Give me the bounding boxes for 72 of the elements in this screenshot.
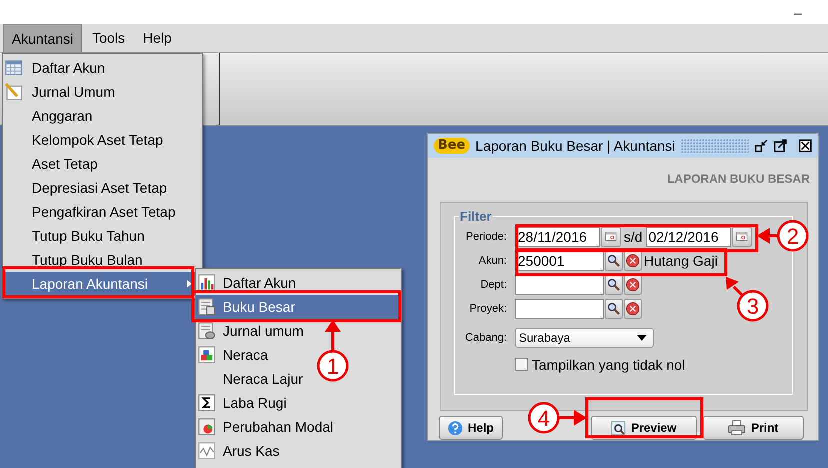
report-heading: LAPORAN BUKU BESAR: [666, 170, 811, 188]
account-name: Hutang Gaji: [644, 252, 718, 269]
arrow: [726, 277, 744, 296]
blocks-icon: [198, 346, 216, 364]
range-separator: s/d: [624, 228, 643, 245]
menu-item[interactable]: Tutup Buku Tahun: [3, 224, 202, 248]
menu-item[interactable]: Tutup Buku Bulan: [3, 248, 202, 272]
dropdown-arrow-icon: [637, 334, 647, 341]
line-chart-icon: [198, 442, 216, 460]
bar-chart-icon: [198, 274, 216, 292]
menu-item[interactable]: Arus Kas: [196, 439, 284, 463]
search-button[interactable]: [605, 274, 623, 295]
pie-chart-icon: [198, 418, 216, 436]
window-title: Laporan Buku Besar | Akuntansi: [476, 138, 676, 154]
menu-item[interactable]: Kelompok Aset Tetap: [3, 128, 202, 152]
menu-item[interactable]: Anggaran: [3, 104, 202, 128]
clear-button[interactable]: [624, 298, 642, 319]
table-icon: [5, 59, 23, 77]
minimize-button[interactable]: _: [794, 0, 802, 14]
arrow: [757, 228, 778, 244]
menu-item[interactable]: Jurnal umum: [196, 319, 308, 343]
arrow: [325, 320, 341, 351]
clear-button[interactable]: [624, 274, 642, 295]
menu-bar-item[interactable]: Help: [135, 24, 180, 52]
menu-item[interactable]: Daftar Akun: [3, 56, 202, 80]
logo: Bee: [434, 138, 470, 154]
menu-item[interactable]: Buku Besar: [196, 295, 401, 319]
clear-button[interactable]: [624, 250, 642, 271]
restore-icon[interactable]: [754, 138, 768, 153]
printer-icon: [728, 420, 746, 436]
field-label: Cabang:: [464, 332, 507, 344]
group-legend: Filter: [459, 208, 493, 224]
menu-item[interactable]: Jurnal Umum: [3, 80, 202, 104]
menu-item[interactable]: Depresiasi Aset Tetap: [3, 176, 202, 200]
submenu-arrow-icon: [187, 280, 192, 288]
menu-bar-item[interactable]: Tools: [84, 24, 134, 52]
menu-item[interactable]: Pengafkiran Aset Tetap: [3, 200, 202, 224]
menu-item[interactable]: Perubahan Modal: [196, 415, 338, 439]
search-button[interactable]: [605, 250, 623, 271]
calendar-icon: [604, 230, 618, 243]
grip-pattern: [681, 138, 749, 153]
search-button[interactable]: [605, 298, 623, 319]
ledger-icon: [198, 298, 216, 316]
field-label: Dept:: [480, 278, 507, 291]
calendar-icon: [734, 230, 749, 243]
pencil-icon: [5, 83, 23, 101]
print-button[interactable]: Print: [703, 416, 804, 440]
menu-item[interactable]: Neraca Lajur: [196, 367, 308, 391]
field-label: Periode:: [465, 230, 507, 243]
menu-item[interactable]: Aset Tetap: [3, 152, 202, 176]
checkbox-label: Tampilkan yang tidak nol: [532, 356, 686, 373]
calendar-button[interactable]: [601, 226, 621, 247]
date-field[interactable]: 02/12/2016: [646, 226, 731, 247]
field-label: Akun:: [478, 254, 507, 267]
calendar-button[interactable]: [732, 226, 752, 247]
checkbox[interactable]: [515, 358, 528, 372]
magnifier-page-icon: [611, 420, 626, 436]
branch-dropdown[interactable]: Surabaya: [515, 328, 654, 348]
date-field[interactable]: 28/11/2016: [515, 226, 600, 247]
sigma-icon: [198, 394, 216, 412]
database-icon: [198, 322, 216, 340]
menu-item[interactable]: Neraca: [196, 343, 272, 367]
field-label: Proyek:: [468, 302, 507, 315]
menu-item[interactable]: Laba Rugi: [196, 391, 291, 415]
menu-bar-item[interactable]: Akuntansi: [3, 24, 82, 52]
arrow: [559, 410, 587, 426]
close-icon[interactable]: [798, 138, 812, 153]
input-field[interactable]: [515, 274, 604, 295]
help-button[interactable]: Help: [439, 416, 503, 440]
help-icon: [448, 420, 463, 436]
input-field[interactable]: [515, 298, 604, 319]
maximize-icon[interactable]: [774, 138, 787, 153]
